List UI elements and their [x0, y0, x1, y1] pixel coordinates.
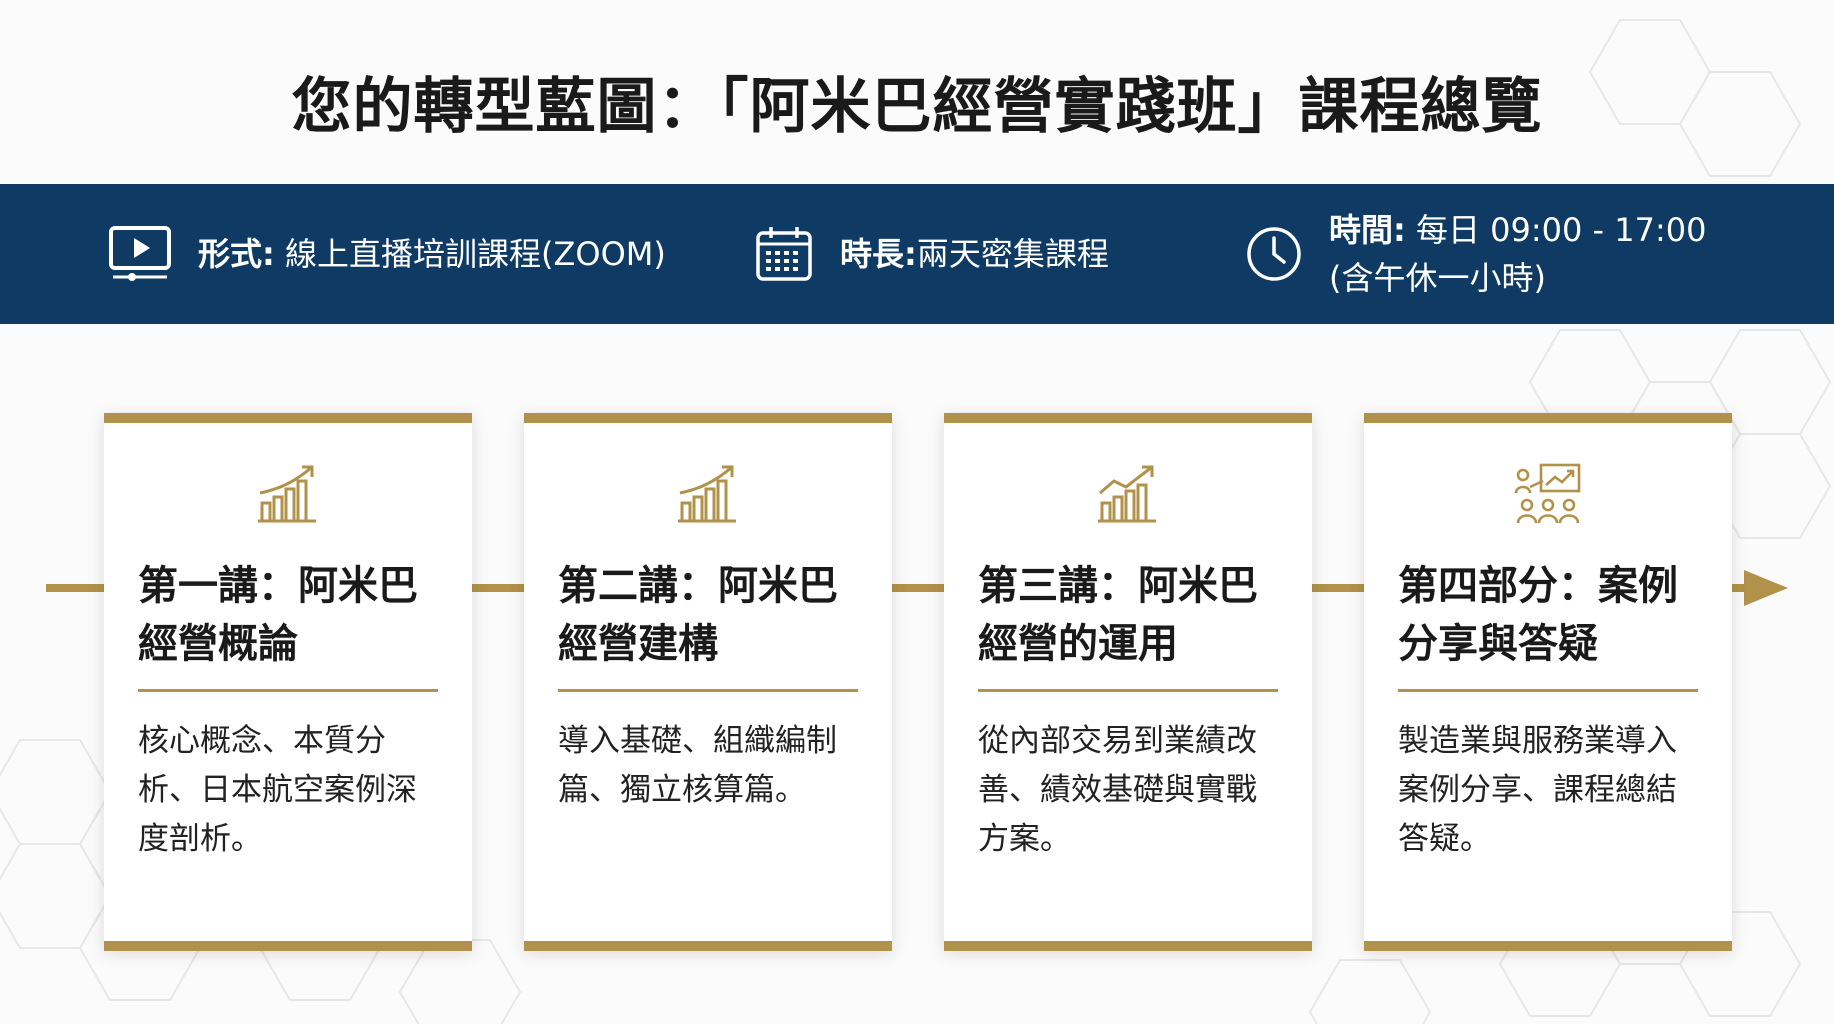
- schedule-line: 時間: 每日 09:00 - 17:00: [1329, 206, 1707, 254]
- card-icon-wrap: [524, 463, 892, 529]
- info-schedule: 時間: 每日 09:00 - 17:00 (含午休一小時): [1245, 184, 1707, 324]
- schedule-label: 時間:: [1329, 211, 1406, 249]
- bar-chart-growth-icon: [678, 465, 736, 523]
- card-title: 第一講：阿米巴 經營概論: [138, 557, 448, 673]
- course-card-4: 第四部分：案例 分享與答疑 製造業與服務業導入 案例分享、課程總結 答疑。: [1364, 413, 1732, 951]
- clock-icon: [1247, 227, 1301, 281]
- card-title-line2: 經營的運用: [978, 621, 1178, 667]
- course-info-band: 形式: 線上直播培訓課程(ZOOM) 時長:兩天密集課程 時間: 每日 09:0…: [0, 184, 1834, 324]
- card-title: 第四部分：案例 分享與答疑: [1398, 557, 1708, 673]
- duration-text: 時長:兩天密集課程: [840, 230, 1109, 278]
- line-chart-growth-icon: [1098, 465, 1156, 523]
- info-duration: 時長:兩天密集課程: [754, 184, 1109, 324]
- calendar-icon: [756, 227, 812, 281]
- card-description: 核心概念、本質分 析、日本航空案例深 度剖析。: [138, 717, 448, 864]
- card-desc-line1: 從內部交易到業績改: [978, 723, 1257, 759]
- card-description: 導入基礎、組織編制 篇、獨立核算篇。: [558, 717, 868, 815]
- course-card-1: 第一講：阿米巴 經營概論 核心概念、本質分 析、日本航空案例深 度剖析。: [104, 413, 472, 951]
- card-divider: [138, 689, 438, 692]
- schedule-value: 每日 09:00 - 17:00: [1405, 211, 1707, 249]
- card-title: 第三講：阿米巴 經營的運用: [978, 557, 1288, 673]
- card-icon-wrap: [1364, 463, 1732, 531]
- schedule-note: (含午休一小時): [1329, 259, 1546, 297]
- card-title-line1: 第二講：阿米巴: [558, 563, 838, 609]
- course-card-2: 第二講：阿米巴 經營建構 導入基礎、組織編制 篇、獨立核算篇。: [524, 413, 892, 951]
- duration-label: 時長:: [840, 235, 917, 273]
- format-value: 線上直播培訓課程(ZOOM): [274, 235, 666, 273]
- card-desc-line1: 導入基礎、組織編制: [558, 723, 837, 759]
- card-title-line2: 經營建構: [558, 621, 718, 667]
- timeline-arrow-icon: [1744, 570, 1788, 606]
- card-divider: [1398, 689, 1698, 692]
- video-player-icon: [109, 226, 171, 281]
- card-desc-line2: 析、日本航空案例深: [138, 772, 417, 808]
- format-label: 形式:: [198, 235, 275, 273]
- schedule-text: 時間: 每日 09:00 - 17:00 (含午休一小時): [1329, 206, 1707, 302]
- card-description: 從內部交易到業績改 善、績效基礎與實戰 方案。: [978, 717, 1288, 864]
- card-title-line1: 第四部分：案例: [1398, 563, 1678, 609]
- card-title-line2: 分享與答疑: [1398, 621, 1598, 667]
- bar-chart-growth-icon: [258, 465, 316, 523]
- info-format: 形式: 線上直播培訓課程(ZOOM): [108, 184, 666, 324]
- card-title-line1: 第一講：阿米巴: [138, 563, 418, 609]
- card-divider: [978, 689, 1278, 692]
- page-title: 您的轉型藍圖：「阿米巴經營實踐班」課程總覽: [291, 72, 1543, 142]
- card-divider: [558, 689, 858, 692]
- card-desc-line2: 篇、獨立核算篇。: [558, 772, 806, 808]
- card-icon-wrap: [944, 463, 1312, 529]
- card-desc-line2: 善、績效基礎與實戰: [978, 772, 1257, 808]
- team-presentation-icon: [1514, 463, 1581, 524]
- card-desc-line1: 製造業與服務業導入: [1398, 723, 1677, 759]
- card-desc-line2: 案例分享、課程總結: [1398, 772, 1677, 808]
- card-title-line2: 經營概論: [138, 621, 298, 667]
- card-desc-line3: 度剖析。: [138, 821, 262, 857]
- card-title: 第二講：阿米巴 經營建構: [558, 557, 868, 673]
- card-icon-wrap: [104, 463, 472, 529]
- card-description: 製造業與服務業導入 案例分享、課程總結 答疑。: [1398, 717, 1708, 864]
- card-desc-line3: 答疑。: [1398, 821, 1491, 857]
- duration-value: 兩天密集課程: [916, 235, 1109, 273]
- card-title-line1: 第三講：阿米巴: [978, 563, 1258, 609]
- course-card-3: 第三講：阿米巴 經營的運用 從內部交易到業績改 善、績效基礎與實戰 方案。: [944, 413, 1312, 951]
- format-text: 形式: 線上直播培訓課程(ZOOM): [198, 230, 666, 278]
- card-desc-line1: 核心概念、本質分: [138, 723, 386, 759]
- card-desc-line3: 方案。: [978, 821, 1071, 857]
